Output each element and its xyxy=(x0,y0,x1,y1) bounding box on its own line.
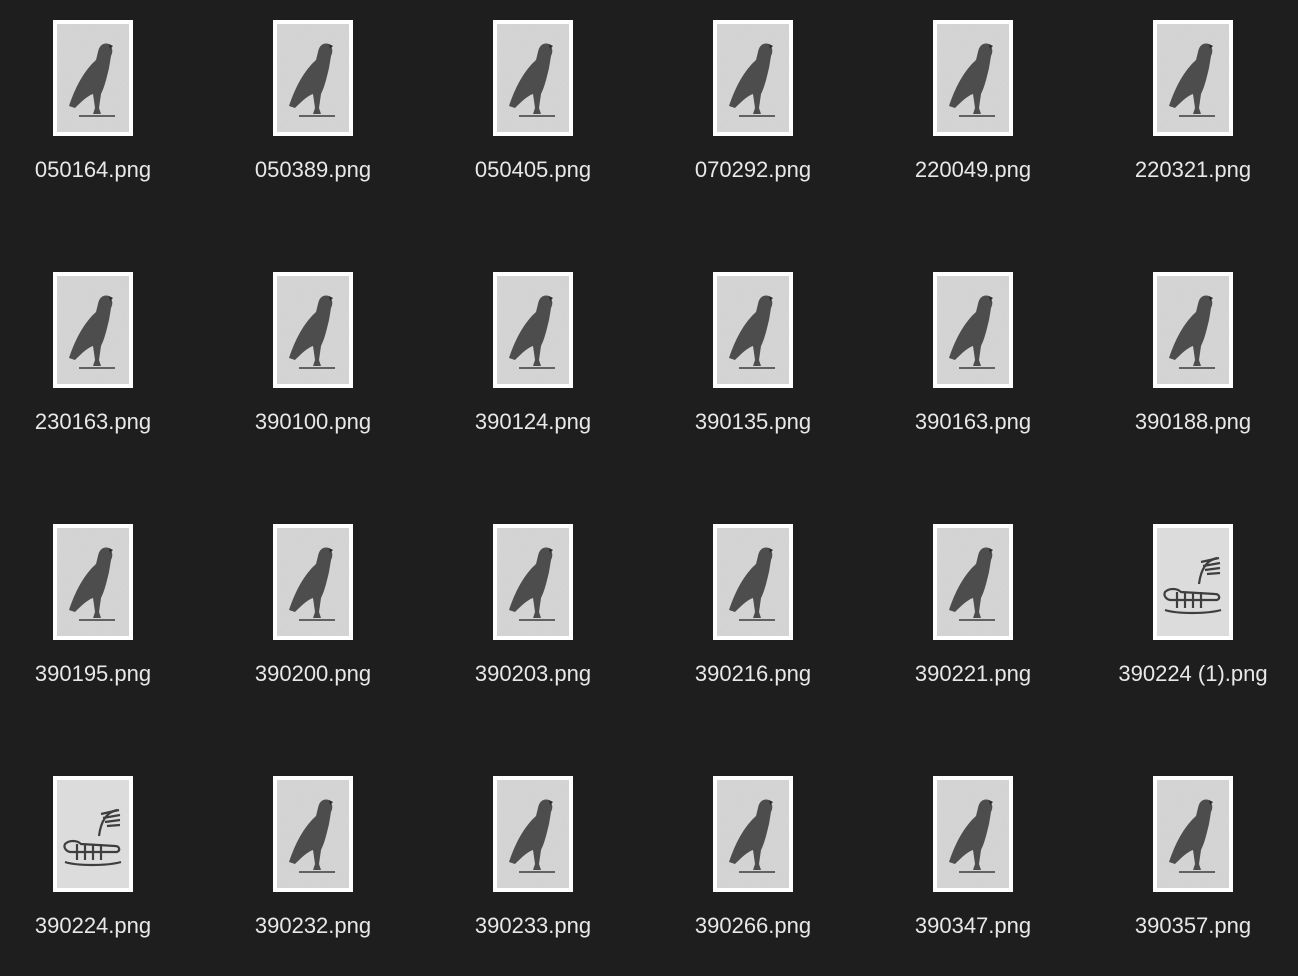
file-name-label[interactable]: 050389.png xyxy=(220,157,406,183)
file-name-label[interactable]: 220321.png xyxy=(1100,157,1286,183)
falcon-hieroglyph-thumbnail[interactable] xyxy=(273,272,353,388)
file-item[interactable]: 050389.png xyxy=(220,20,440,220)
file-name-label[interactable]: 230163.png xyxy=(0,409,186,435)
falcon-hieroglyph-thumbnail[interactable] xyxy=(53,20,133,136)
file-item[interactable]: 220049.png xyxy=(880,20,1100,220)
file-name-label[interactable]: 070292.png xyxy=(660,157,846,183)
file-item[interactable]: 390200.png xyxy=(220,524,440,724)
file-item[interactable]: 050164.png xyxy=(0,20,220,220)
file-name-label[interactable]: 390232.png xyxy=(220,913,406,939)
falcon-hieroglyph-thumbnail[interactable] xyxy=(1153,20,1233,136)
falcon-hieroglyph-thumbnail[interactable] xyxy=(493,524,573,640)
falcon-hieroglyph-thumbnail[interactable] xyxy=(713,272,793,388)
file-name-label[interactable]: 390195.png xyxy=(0,661,186,687)
file-item[interactable]: 390195.png xyxy=(0,524,220,724)
falcon-hieroglyph-thumbnail[interactable] xyxy=(933,524,1013,640)
file-item[interactable]: 390224.png xyxy=(0,776,220,976)
file-name-label[interactable]: 390203.png xyxy=(440,661,626,687)
file-name-label[interactable]: 390124.png xyxy=(440,409,626,435)
file-name-label[interactable]: 390100.png xyxy=(220,409,406,435)
falcon-hieroglyph-thumbnail[interactable] xyxy=(933,20,1013,136)
file-name-label[interactable]: 390163.png xyxy=(880,409,1066,435)
falcon-hieroglyph-thumbnail[interactable] xyxy=(273,20,353,136)
falcon-hieroglyph-thumbnail[interactable] xyxy=(493,776,573,892)
sledge-hieroglyph-thumbnail[interactable] xyxy=(1153,524,1233,640)
falcon-hieroglyph-thumbnail[interactable] xyxy=(713,776,793,892)
falcon-hieroglyph-thumbnail[interactable] xyxy=(493,20,573,136)
file-name-label[interactable]: 390224 (1).png xyxy=(1100,661,1286,687)
file-item[interactable]: 390221.png xyxy=(880,524,1100,724)
falcon-hieroglyph-thumbnail[interactable] xyxy=(933,776,1013,892)
file-item[interactable]: 390357.png xyxy=(1100,776,1298,976)
file-name-label[interactable]: 390200.png xyxy=(220,661,406,687)
file-name-label[interactable]: 220049.png xyxy=(880,157,1066,183)
file-name-label[interactable]: 050405.png xyxy=(440,157,626,183)
file-item[interactable]: 390347.png xyxy=(880,776,1100,976)
file-name-label[interactable]: 390224.png xyxy=(0,913,186,939)
file-name-label[interactable]: 390221.png xyxy=(880,661,1066,687)
falcon-hieroglyph-thumbnail[interactable] xyxy=(53,524,133,640)
falcon-hieroglyph-thumbnail[interactable] xyxy=(1153,776,1233,892)
falcon-hieroglyph-thumbnail[interactable] xyxy=(933,272,1013,388)
file-name-label[interactable]: 390188.png xyxy=(1100,409,1286,435)
falcon-hieroglyph-thumbnail[interactable] xyxy=(53,272,133,388)
file-grid: 050164.png 050389.png 050405.png 070292.… xyxy=(0,0,1298,970)
file-name-label[interactable]: 390135.png xyxy=(660,409,846,435)
falcon-hieroglyph-thumbnail[interactable] xyxy=(493,272,573,388)
file-item[interactable]: 390216.png xyxy=(660,524,880,724)
file-name-label[interactable]: 390347.png xyxy=(880,913,1066,939)
file-item[interactable]: 050405.png xyxy=(440,20,660,220)
file-item[interactable]: 220321.png xyxy=(1100,20,1298,220)
file-item[interactable]: 390100.png xyxy=(220,272,440,472)
file-item[interactable]: 390188.png xyxy=(1100,272,1298,472)
file-name-label[interactable]: 390233.png xyxy=(440,913,626,939)
file-item[interactable]: 390135.png xyxy=(660,272,880,472)
file-item[interactable]: 070292.png xyxy=(660,20,880,220)
falcon-hieroglyph-thumbnail[interactable] xyxy=(713,20,793,136)
file-item[interactable]: 390124.png xyxy=(440,272,660,472)
file-item[interactable]: 390266.png xyxy=(660,776,880,976)
file-name-label[interactable]: 390357.png xyxy=(1100,913,1286,939)
file-name-label[interactable]: 050164.png xyxy=(0,157,186,183)
file-item[interactable]: 390232.png xyxy=(220,776,440,976)
falcon-hieroglyph-thumbnail[interactable] xyxy=(273,524,353,640)
file-item[interactable]: 390233.png xyxy=(440,776,660,976)
falcon-hieroglyph-thumbnail[interactable] xyxy=(273,776,353,892)
falcon-hieroglyph-thumbnail[interactable] xyxy=(1153,272,1233,388)
file-name-label[interactable]: 390216.png xyxy=(660,661,846,687)
sledge-hieroglyph-thumbnail[interactable] xyxy=(53,776,133,892)
falcon-hieroglyph-thumbnail[interactable] xyxy=(713,524,793,640)
file-item[interactable]: 230163.png xyxy=(0,272,220,472)
file-item[interactable]: 390224 (1).png xyxy=(1100,524,1298,724)
file-item[interactable]: 390163.png xyxy=(880,272,1100,472)
file-item[interactable]: 390203.png xyxy=(440,524,660,724)
file-name-label[interactable]: 390266.png xyxy=(660,913,846,939)
